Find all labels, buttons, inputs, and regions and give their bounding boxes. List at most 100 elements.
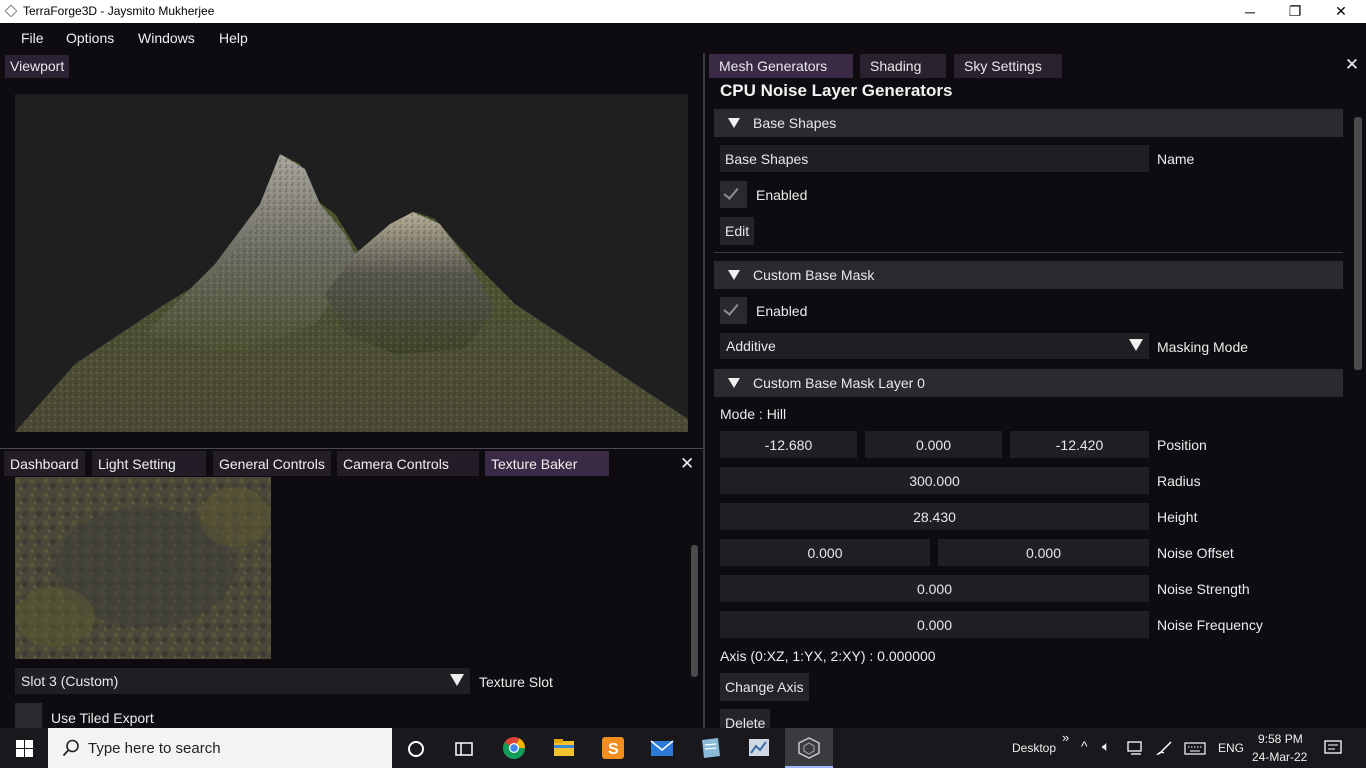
separator: [714, 252, 1343, 253]
base-shapes-title: Base Shapes: [753, 115, 837, 131]
sublime-text-icon[interactable]: S: [601, 736, 625, 760]
language-indicator[interactable]: ENG: [1218, 741, 1244, 755]
taskbar-search-box[interactable]: Type here to search: [48, 728, 392, 768]
name-input[interactable]: Base Shapes: [720, 145, 1149, 172]
enabled-label: Enabled: [756, 303, 808, 319]
radius-label: Radius: [1157, 473, 1201, 489]
edit-button[interactable]: Edit: [720, 217, 755, 245]
noise-frequency-input[interactable]: 0.000: [720, 611, 1149, 638]
cortana-icon[interactable]: [404, 737, 428, 761]
check-icon: [723, 300, 739, 316]
app-icon-notes[interactable]: [698, 736, 722, 760]
terrain-viewport[interactable]: [15, 94, 688, 432]
dropdown-arrow-icon: [1129, 339, 1143, 351]
axis-text: Axis (0:XZ, 1:YX, 2:XY) : 0.000000: [720, 648, 936, 664]
terraforge-icon: [798, 737, 820, 759]
texture-preview: [15, 477, 271, 659]
noise-offset-x-input[interactable]: 0.000: [720, 539, 930, 566]
radius-input[interactable]: 300.000: [720, 467, 1149, 494]
collapse-arrow-icon: [728, 378, 740, 388]
notifications-icon[interactable]: [1324, 740, 1342, 759]
position-x-input[interactable]: -12.680: [720, 431, 857, 458]
volume-icon[interactable]: 🔈︎: [1102, 738, 1110, 755]
mask-layer-header[interactable]: Custom Base Mask Layer 0: [714, 369, 1343, 397]
keyboard-icon[interactable]: [1184, 740, 1206, 759]
file-explorer-icon[interactable]: [552, 736, 576, 760]
terrain-render: [15, 154, 688, 432]
minimize-button[interactable]: ─: [1227, 0, 1273, 23]
pen-icon[interactable]: [1156, 740, 1174, 759]
section-heading: CPU Noise Layer Generators: [720, 81, 953, 100]
collapse-arrow-icon: [728, 118, 740, 128]
tab-shading[interactable]: Shading: [860, 54, 946, 78]
dropdown-arrow-icon: [450, 674, 464, 686]
base-shapes-enabled-checkbox[interactable]: [720, 181, 747, 208]
tab-dashboard[interactable]: Dashboard: [4, 451, 85, 476]
tab-camera-controls[interactable]: Camera Controls: [337, 451, 479, 476]
tab-mesh-generators[interactable]: Mesh Generators: [709, 54, 853, 78]
close-window-button[interactable]: ✕: [1318, 0, 1364, 23]
noise-offset-y-input[interactable]: 0.000: [938, 539, 1149, 566]
search-icon: [62, 739, 79, 757]
windows-start-icon[interactable]: [16, 740, 33, 762]
close-panel-icon[interactable]: ✕: [1343, 56, 1361, 74]
position-label: Position: [1157, 437, 1207, 453]
texture-slot-dropdown[interactable]: Slot 3 (Custom): [15, 668, 470, 694]
chrome-icon[interactable]: [502, 736, 526, 760]
noise-strength-input[interactable]: 0.000: [720, 575, 1149, 602]
clock-date[interactable]: 24-Mar-22: [1252, 750, 1307, 764]
show-hidden-icons-icon[interactable]: ^: [1081, 738, 1088, 754]
change-axis-button[interactable]: Change Axis: [720, 673, 809, 701]
enabled-label: Enabled: [756, 187, 808, 203]
menu-options[interactable]: Options: [66, 30, 114, 46]
collapse-arrow-icon: [728, 270, 740, 280]
vertical-divider[interactable]: [703, 53, 705, 730]
tab-sky-settings[interactable]: Sky Settings: [954, 54, 1062, 78]
terraforge-taskbar-button[interactable]: [785, 728, 833, 768]
custom-base-mask-header[interactable]: Custom Base Mask: [714, 261, 1343, 289]
svg-text:S: S: [608, 741, 619, 758]
window-title: TerraForge3D - Jaysmito Mukherjee: [23, 4, 215, 18]
tab-light-setting[interactable]: Light Setting: [92, 451, 206, 476]
app-icon-paint[interactable]: [747, 736, 771, 760]
masking-mode-dropdown[interactable]: Additive: [720, 333, 1149, 359]
mode-text: Mode : Hill: [720, 406, 787, 422]
menu-windows[interactable]: Windows: [138, 30, 195, 46]
texture-slot-label: Texture Slot: [479, 674, 553, 690]
name-label: Name: [1157, 151, 1195, 167]
panel-divider[interactable]: [0, 448, 703, 449]
noise-frequency-label: Noise Frequency: [1157, 617, 1263, 633]
use-tiled-export-label: Use Tiled Export: [51, 710, 154, 726]
use-tiled-export-checkbox[interactable]: [15, 703, 42, 730]
right-panel-scrollbar[interactable]: [1354, 117, 1362, 370]
maximize-button[interactable]: ❐: [1272, 0, 1318, 23]
menu-file[interactable]: File: [21, 30, 44, 46]
menu-bar: File Options Windows Help: [0, 23, 1366, 53]
position-y-input[interactable]: 0.000: [865, 431, 1002, 458]
mail-icon[interactable]: [650, 736, 674, 760]
close-panel-icon[interactable]: ✕: [680, 454, 694, 474]
tab-viewport[interactable]: Viewport: [5, 55, 70, 78]
delete-button[interactable]: Delete: [720, 709, 771, 728]
title-bar: TerraForge3D - Jaysmito Mukherjee ─ ❐ ✕: [0, 0, 1366, 23]
toolbar-chevron-icon[interactable]: »: [1062, 730, 1069, 745]
task-view-icon[interactable]: [452, 737, 476, 761]
clock-time[interactable]: 9:58 PM: [1258, 732, 1303, 746]
desktop-label[interactable]: Desktop: [1012, 741, 1056, 755]
menu-help[interactable]: Help: [219, 30, 248, 46]
mask-layer-title: Custom Base Mask Layer 0: [753, 375, 925, 391]
noise-offset-label: Noise Offset: [1157, 545, 1234, 561]
network-icon[interactable]: [1127, 740, 1145, 759]
check-icon: [723, 184, 739, 200]
masking-mode-value: Additive: [726, 338, 776, 354]
position-z-input[interactable]: -12.420: [1010, 431, 1149, 458]
tab-texture-baker[interactable]: Texture Baker: [485, 451, 609, 476]
mask-enabled-checkbox[interactable]: [720, 297, 747, 324]
height-label: Height: [1157, 509, 1198, 525]
bottom-panel-scrollbar[interactable]: [691, 545, 698, 677]
height-input[interactable]: 28.430: [720, 503, 1149, 530]
texture-slot-value: Slot 3 (Custom): [21, 673, 119, 689]
tab-general-controls[interactable]: General Controls: [213, 451, 331, 476]
app-icon: [4, 4, 18, 18]
base-shapes-header[interactable]: Base Shapes: [714, 109, 1343, 137]
